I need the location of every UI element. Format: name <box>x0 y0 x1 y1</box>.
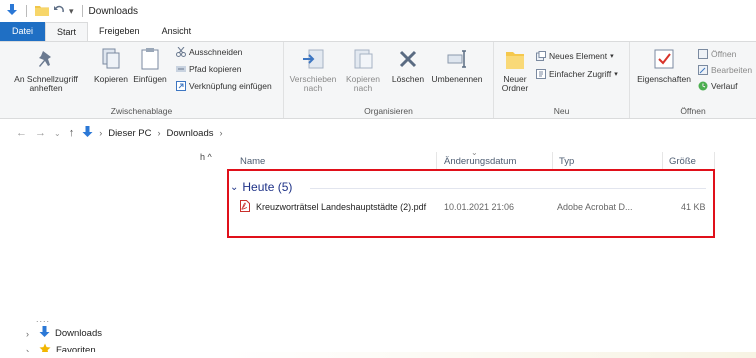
copy-path-icon <box>176 64 186 74</box>
up-arrow-icon[interactable]: ↑ <box>69 127 75 139</box>
recent-locations-chevron-icon[interactable]: ⌄ <box>54 129 61 138</box>
delete-x-icon <box>395 46 421 72</box>
tab-freigeben[interactable]: Freigeben <box>88 22 151 41</box>
column-header-date[interactable]: Änderungsdatum <box>444 156 516 167</box>
breadcrumb-downloads[interactable]: Downloads <box>167 128 214 139</box>
new-item-button[interactable]: Neues Element ▾ <box>536 50 614 62</box>
ribbon: An Schnellzugriff anheften Kopieren Einf… <box>0 41 756 119</box>
group-label-open: Öffnen <box>680 106 706 116</box>
download-arrow-icon <box>82 125 93 141</box>
breadcrumb: › Dieser PC › Downloads › <box>82 125 223 141</box>
title-bar: ▾ Downloads <box>0 0 756 22</box>
copy-button[interactable]: Kopieren <box>92 46 130 84</box>
column-header-type[interactable]: Typ <box>559 156 574 167</box>
column-separator[interactable] <box>714 152 715 170</box>
easy-access-icon <box>536 69 546 79</box>
history-icon <box>698 81 708 91</box>
quick-access-toolbar: ▾ <box>6 4 87 18</box>
scissors-icon <box>176 46 186 57</box>
group-label-organize: Organisieren <box>364 106 413 116</box>
ribbon-tabs: Datei Start Freigeben Ansicht <box>0 22 756 41</box>
separator <box>81 5 83 17</box>
sort-hint: h ^ <box>200 152 212 162</box>
copy-icon <box>98 46 124 72</box>
expand-chevron-icon[interactable]: › <box>26 329 34 339</box>
group-new: Neuer Ordner Neues Element ▾ Einfacher Z… <box>494 42 630 118</box>
easy-access-button[interactable]: Einfacher Zugriff ▾ <box>536 68 618 80</box>
edit-icon <box>698 65 708 75</box>
back-arrow-icon[interactable]: ← <box>16 127 27 139</box>
tab-start[interactable]: Start <box>45 22 89 41</box>
move-to-button[interactable]: Verschieben nach <box>288 46 338 93</box>
download-arrow-icon <box>6 4 18 18</box>
new-folder-icon <box>502 46 528 72</box>
pin-to-quick-access-button[interactable]: An Schnellzugriff anheften <box>4 46 88 93</box>
folder-icon[interactable] <box>35 4 49 18</box>
delete-button[interactable]: Löschen <box>390 46 426 84</box>
pin-icon <box>33 46 59 72</box>
copy-path-button[interactable]: Pfad kopieren <box>176 63 241 75</box>
new-item-icon <box>536 51 546 61</box>
download-arrow-icon <box>39 326 50 341</box>
column-separator[interactable] <box>436 152 437 170</box>
customize-dropdown-icon[interactable]: ▾ <box>69 6 74 17</box>
breadcrumb-separator-icon: › <box>99 128 103 138</box>
paste-shortcut-button[interactable]: Verknüpfung einfügen <box>176 80 272 92</box>
properties-checkmark-icon <box>651 46 677 72</box>
open-icon <box>698 49 708 59</box>
properties-button[interactable]: Eigenschaften <box>634 46 694 84</box>
paste-shortcut-icon <box>176 81 186 91</box>
forward-arrow-icon[interactable]: → <box>35 127 46 139</box>
group-label-clipboard: Zwischenablage <box>110 106 173 116</box>
nav-item-downloads[interactable]: › Downloads <box>26 326 102 341</box>
tab-ansicht[interactable]: Ansicht <box>151 22 203 41</box>
dropdown-caret-icon: ▾ <box>610 53 614 60</box>
breadcrumb-this-pc[interactable]: Dieser PC <box>108 128 151 139</box>
bottom-strip <box>0 352 756 358</box>
highlight-box <box>227 169 715 238</box>
undo-icon[interactable] <box>53 4 65 18</box>
copy-to-icon <box>350 46 376 72</box>
group-organize: Verschieben nach Kopieren nach Löschen U… <box>284 42 494 118</box>
tab-datei[interactable]: Datei <box>0 22 46 41</box>
rename-button[interactable]: Umbenennen <box>428 46 486 84</box>
window-title: Downloads <box>88 5 139 17</box>
separator <box>26 5 27 17</box>
breadcrumb-separator-icon: › <box>157 128 161 138</box>
new-folder-button[interactable]: Neuer Ordner <box>498 46 532 93</box>
edit-button[interactable]: Bearbeiten <box>698 64 752 76</box>
column-header-name[interactable]: Name <box>240 156 265 167</box>
group-label-new: Neu <box>553 106 570 116</box>
history-button[interactable]: Verlauf <box>698 80 737 92</box>
cut-button[interactable]: Ausschneiden <box>176 46 242 58</box>
group-clipboard: An Schnellzugriff anheften Kopieren Einf… <box>0 42 284 118</box>
navigation-pane: h ^ .... › Downloads › Favoriten <box>0 146 222 358</box>
dropdown-caret-icon: ▾ <box>614 71 618 78</box>
open-button[interactable]: Öffnen <box>698 48 736 60</box>
column-separator[interactable] <box>552 152 553 170</box>
column-header-size[interactable]: Größe <box>669 156 696 167</box>
copy-to-button[interactable]: Kopieren nach <box>342 46 384 93</box>
paste-icon <box>137 46 163 72</box>
breadcrumb-separator-icon[interactable]: › <box>220 128 223 138</box>
column-separator[interactable] <box>662 152 663 170</box>
rename-icon <box>444 46 470 72</box>
move-to-icon <box>300 46 326 72</box>
address-bar: ← → ⌄ ↑ › Dieser PC › Downloads › <box>0 120 756 146</box>
group-open: Eigenschaften Öffnen Bearbeiten Verlauf … <box>630 42 756 118</box>
truncated-items: .... <box>36 314 51 324</box>
paste-button[interactable]: Einfügen <box>130 46 170 84</box>
